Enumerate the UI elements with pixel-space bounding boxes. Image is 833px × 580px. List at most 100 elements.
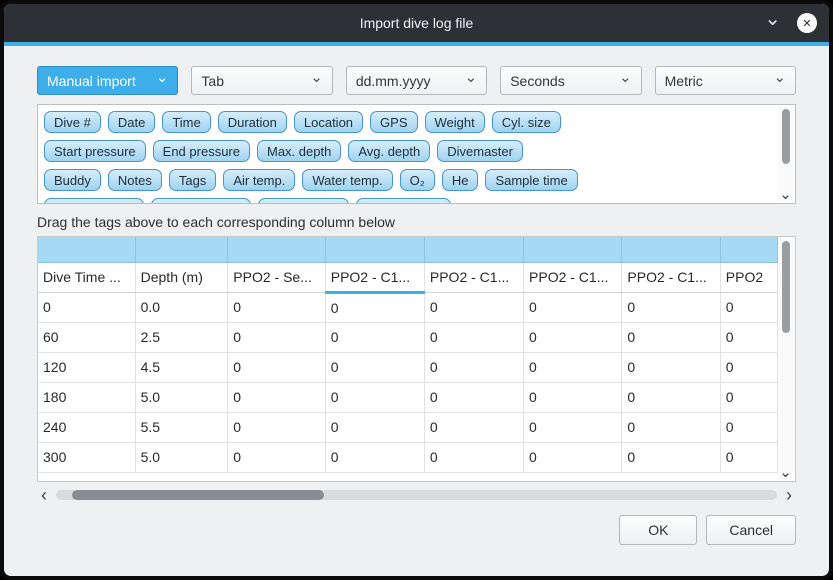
duration-format-dropdown[interactable]: Seconds ⌄ — [500, 66, 641, 95]
table-cell: 0 — [424, 322, 523, 352]
tag-row: Start pressure End pressure Max. depth Avg.… — [44, 140, 771, 162]
scroll-down-icon[interactable]: ⌄ — [779, 467, 792, 479]
table-cell: 2.5 — [135, 322, 228, 352]
tag-end-pressure[interactable]: End pressure — [153, 140, 250, 162]
scrollbar-handle[interactable] — [782, 241, 790, 333]
import-mode-dropdown[interactable]: Manual import ⌄ — [37, 66, 178, 95]
column-drop-target[interactable] — [622, 237, 720, 262]
tag-time[interactable]: Time — [162, 111, 210, 133]
tag-area-scrollbar[interactable]: ⌄ — [778, 107, 793, 201]
table-cell: 60 — [38, 322, 135, 352]
separator-dropdown[interactable]: Tab ⌄ — [191, 66, 332, 95]
column-drop-target[interactable] — [424, 237, 523, 262]
column-header[interactable]: PPO2 - C1... — [424, 262, 523, 292]
titlebar[interactable]: Import dive log file ⌄ ✕ — [4, 4, 829, 42]
column-header[interactable]: PPO2 - C1... — [622, 262, 720, 292]
toolbar: Manual import ⌄ Tab ⌄ dd.mm.yyyy ⌄ Secon… — [37, 66, 796, 95]
column-drop-target[interactable] — [720, 237, 777, 262]
scrollbar-handle[interactable] — [72, 490, 324, 500]
tag-sample-po[interactable]: Sample pO₂ — [258, 198, 348, 204]
tag-cyl-size[interactable]: Cyl. size — [492, 111, 561, 133]
tag-he[interactable]: He — [442, 169, 479, 191]
table-cell: 0 — [228, 352, 325, 382]
table-cell: 0 — [228, 412, 325, 442]
table-cell: 0 — [228, 442, 325, 472]
table-cell: 0 — [325, 442, 424, 472]
tag-max-depth[interactable]: Max. depth — [257, 140, 341, 162]
column-drop-target[interactable] — [135, 237, 228, 262]
tag-air-temp[interactable]: Air temp. — [223, 169, 295, 191]
tag-sample-temp[interactable]: Sample temp. — [151, 198, 251, 204]
table-cell: 0 — [424, 412, 523, 442]
tag-dive[interactable]: Dive # — [44, 111, 101, 133]
tag-start-pressure[interactable]: Start pressure — [44, 140, 146, 162]
table-cell: 180 — [38, 382, 135, 412]
tag-weight[interactable]: Weight — [425, 111, 485, 133]
close-icon[interactable]: ✕ — [797, 13, 817, 33]
scroll-right-icon[interactable]: › — [782, 488, 796, 502]
chevron-down-icon: ⌄ — [310, 75, 323, 81]
tag-sample-time[interactable]: Sample time — [485, 169, 577, 191]
tag-water-temp[interactable]: Water temp. — [302, 169, 392, 191]
column-drop-target[interactable] — [228, 237, 325, 262]
column-drop-target[interactable] — [524, 237, 622, 262]
chevron-down-icon: ⌄ — [773, 75, 786, 81]
table-cell: 0 — [622, 442, 720, 472]
table-cell: 0.0 — [135, 292, 228, 322]
tag-avg-depth[interactable]: Avg. depth — [348, 140, 430, 162]
table-cell: 0 — [325, 292, 424, 322]
column-header[interactable]: PPO2 — [720, 262, 777, 292]
table-cell: 0 — [720, 442, 777, 472]
scrollbar-handle[interactable] — [782, 109, 790, 164]
tag-duration[interactable]: Duration — [218, 111, 287, 133]
column-header[interactable]: Dive Time ... — [38, 262, 135, 292]
table-vertical-scrollbar[interactable]: ⌄ — [778, 239, 793, 479]
table-cell: 0 — [524, 352, 622, 382]
table-row: 00.0000000 — [38, 292, 778, 322]
scrollbar-track[interactable] — [56, 490, 777, 500]
column-drop-target[interactable] — [38, 237, 135, 262]
table-row: 602.5000000 — [38, 322, 778, 352]
tag-buddy[interactable]: Buddy — [44, 169, 101, 191]
ok-button[interactable]: OK — [619, 515, 697, 545]
dialog-content: Manual import ⌄ Tab ⌄ dd.mm.yyyy ⌄ Secon… — [4, 46, 829, 576]
column-header[interactable]: PPO2 - C1... — [325, 262, 424, 292]
table-cell: 0 — [622, 412, 720, 442]
column-header[interactable]: PPO2 - C1... — [524, 262, 622, 292]
units-dropdown[interactable]: Metric ⌄ — [655, 66, 796, 95]
tag-date[interactable]: Date — [108, 111, 155, 133]
table-cell: 0 — [228, 382, 325, 412]
tag-location[interactable]: Location — [294, 111, 363, 133]
preview-table-container: Dive Time ...Depth (m)PPO2 - Se...PPO2 -… — [37, 236, 796, 482]
table-cell: 0 — [424, 442, 523, 472]
table-cell: 0 — [424, 352, 523, 382]
table-cell: 0 — [228, 292, 325, 322]
table-cell: 0 — [38, 292, 135, 322]
chevron-down-icon: ⌄ — [465, 75, 478, 81]
chevron-down-icon: ⌄ — [619, 75, 632, 81]
table-cell: 0 — [622, 292, 720, 322]
tag-sample-cns[interactable]: Sample CNS — [356, 198, 451, 204]
column-drop-target[interactable] — [325, 237, 424, 262]
column-header[interactable]: Depth (m) — [135, 262, 228, 292]
tag-tags[interactable]: Tags — [169, 169, 216, 191]
tag-row: Dive # Date Time Duration Location GPS Weight C… — [44, 111, 771, 133]
tag-sample-depth[interactable]: Sample depth — [44, 198, 144, 204]
scroll-left-icon[interactable]: ‹ — [37, 488, 51, 502]
tag-row: Sample depth Sample temp. Sample pO₂ Sample… — [44, 198, 771, 204]
cancel-button[interactable]: Cancel — [706, 515, 796, 545]
tag-gps[interactable]: GPS — [370, 111, 417, 133]
date-format-dropdown[interactable]: dd.mm.yyyy ⌄ — [346, 66, 487, 95]
tag-o[interactable]: O₂ — [400, 169, 435, 191]
table-cell: 0 — [720, 412, 777, 442]
table-cell: 0 — [720, 352, 777, 382]
scroll-down-icon[interactable]: ⌄ — [779, 189, 792, 201]
table-horizontal-scrollbar[interactable]: ‹ › — [37, 487, 796, 503]
table-row: 1204.5000000 — [38, 352, 778, 382]
table-cell: 120 — [38, 352, 135, 382]
separator-value: Tab — [201, 73, 224, 89]
chevron-down-icon[interactable]: ⌄ — [764, 15, 781, 23]
column-header[interactable]: PPO2 - Se... — [228, 262, 325, 292]
tag-notes[interactable]: Notes — [108, 169, 162, 191]
tag-divemaster[interactable]: Divemaster — [437, 140, 523, 162]
